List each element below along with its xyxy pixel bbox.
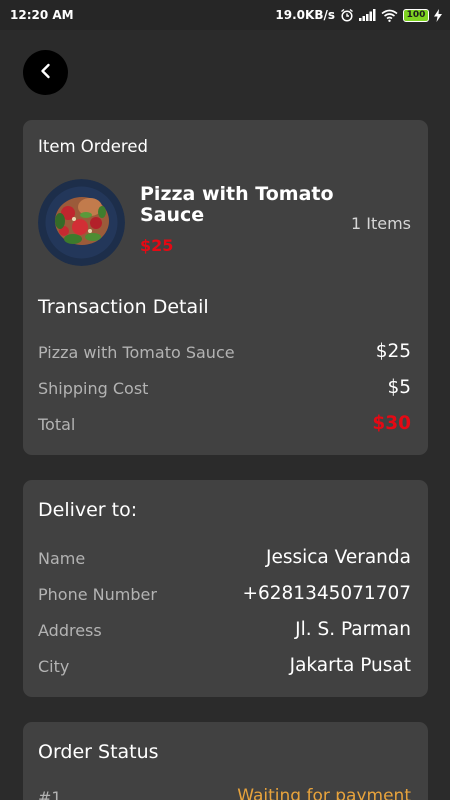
order-status-value: Waiting for payment xyxy=(237,786,411,800)
delivery-row-label: Phone Number xyxy=(38,585,157,604)
transaction-detail-title: Transaction Detail xyxy=(38,296,209,318)
delivery-card: Deliver to: Name Jessica Veranda Phone N… xyxy=(23,480,428,697)
delivery-row-label: Name xyxy=(38,549,85,568)
back-button[interactable] xyxy=(23,50,68,95)
delivery-row-value: Jessica Veranda xyxy=(266,547,411,568)
transaction-row-label: Pizza with Tomato Sauce xyxy=(38,343,235,362)
transaction-row-value: $25 xyxy=(376,341,411,362)
battery-icon: 100 xyxy=(403,9,429,22)
status-time: 12:20 AM xyxy=(10,8,74,22)
order-status-title: Order Status xyxy=(38,741,159,763)
order-number: #1 xyxy=(38,788,62,800)
delivery-row-value: +6281345071707 xyxy=(242,583,411,604)
delivery-row-value: Jl. S. Parman xyxy=(295,619,411,640)
charging-icon xyxy=(434,9,442,22)
food-image xyxy=(38,179,125,266)
transaction-row-label: Total xyxy=(38,415,75,434)
chevron-left-icon xyxy=(38,63,54,83)
delivery-row-value: Jakarta Pusat xyxy=(290,655,411,676)
item-name: Pizza with Tomato Sauce xyxy=(140,184,340,226)
total-value: $30 xyxy=(372,413,411,434)
status-bar: 12:20 AM 19.0KB/s 100 xyxy=(0,0,450,30)
item-price: $25 xyxy=(140,236,173,255)
deliver-to-title: Deliver to: xyxy=(38,499,137,521)
transaction-row-label: Shipping Cost xyxy=(38,379,148,398)
order-summary-card: Item Ordered Pizza with Tomato Sauce $25… xyxy=(23,120,428,455)
item-ordered-label: Item Ordered xyxy=(38,137,148,156)
order-status-card: Order Status #1 Waiting for payment xyxy=(23,722,428,800)
network-speed: 19.0KB/s xyxy=(275,8,335,22)
alarm-icon xyxy=(340,8,354,22)
item-quantity: 1 Items xyxy=(351,214,411,233)
delivery-row-label: Address xyxy=(38,621,102,640)
wifi-icon xyxy=(381,9,398,22)
signal-icon xyxy=(359,9,376,21)
status-icons: 19.0KB/s 100 xyxy=(275,8,442,22)
delivery-row-label: City xyxy=(38,657,69,676)
transaction-row-value: $5 xyxy=(387,377,411,398)
